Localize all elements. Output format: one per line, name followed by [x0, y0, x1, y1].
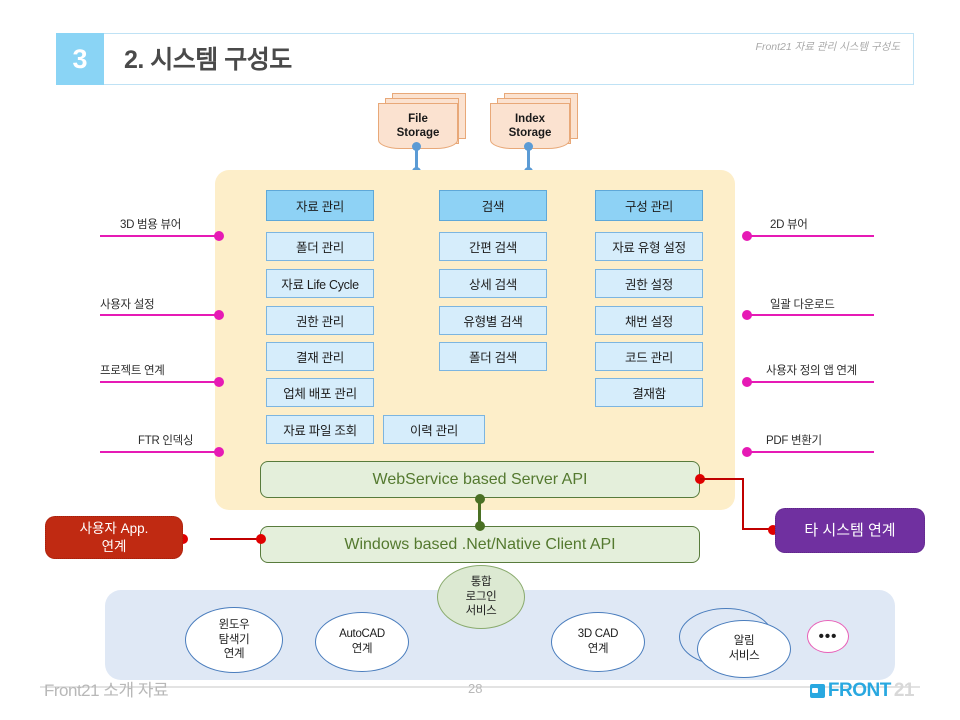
module-approval-box[interactable]: 결재함 [595, 378, 703, 407]
logo-mark-icon [809, 684, 825, 698]
service-line-3: 서비스 [465, 605, 497, 618]
left-connector-label-3d-viewer: 3D 범용 뷰어 [120, 219, 182, 231]
page-title: 2. 시스템 구성도 [124, 46, 292, 74]
module-data-type-setting[interactable]: 자료 유형 설정 [595, 232, 703, 261]
left-connector-dot-4 [214, 447, 224, 457]
right-connector-line-3 [746, 381, 874, 383]
module-history-management[interactable]: 이력 관리 [383, 415, 485, 444]
api-connector-dot-bottom [475, 521, 485, 531]
front21-logo: FRONT 21 [809, 680, 915, 702]
service-windows-explorer[interactable]: 윈도우 탐색기 연계 [185, 607, 283, 673]
service-autocad[interactable]: AutoCAD 연계 [315, 612, 409, 672]
index-storage-line1: Index [514, 112, 546, 125]
service-line-1: 알림 [733, 635, 755, 648]
module-search-by-type[interactable]: 유형별 검색 [439, 306, 547, 335]
right-connector-label-bulk-download: 일괄 다운로드 [770, 299, 835, 311]
index-storage-line2: Storage [508, 127, 552, 139]
system-core-panel [215, 170, 735, 510]
service-integrated-login[interactable]: 통합 로그인 서비스 [437, 565, 525, 629]
service-line-2: 연계 [587, 643, 609, 655]
callout-user-app[interactable]: 사용자 App. 연계 [45, 516, 183, 559]
module-data-life-cycle[interactable]: 자료 Life Cycle [266, 269, 374, 298]
module-header-configuration[interactable]: 구성 관리 [595, 190, 703, 221]
service-line-1: 3D CAD [577, 628, 619, 641]
slide-canvas: 3 2. 시스템 구성도 Front21 자료 관리 시스템 구성도 File … [0, 0, 960, 720]
right-connector-line-2 [746, 314, 874, 316]
service-line-1: AutoCAD [339, 628, 385, 641]
service-line-1: 윈도우 [218, 618, 250, 631]
module-approval-management[interactable]: 결재 관리 [266, 342, 374, 371]
left-connector-label-project-link: 프로젝트 연계 [100, 365, 165, 377]
module-header-data-management[interactable]: 자료 관리 [266, 190, 374, 221]
service-line-3: 연계 [223, 648, 245, 661]
right-connector-dot-4 [742, 447, 752, 457]
service-line-2: 서비스 [728, 650, 760, 662]
left-connector-line-1 [100, 235, 218, 237]
server-api-bar[interactable]: WebService based Server API [260, 461, 700, 498]
service-line-2: 연계 [351, 643, 373, 655]
left-connector-dot-2 [214, 310, 224, 320]
module-vendor-distribution-management[interactable]: 업체 배포 관리 [266, 378, 374, 407]
service-notification[interactable]: 알림 서비스 [697, 620, 791, 678]
right-connector-label-2d-viewer: 2D 뷰어 [770, 219, 808, 231]
callout-other-system[interactable]: 타 시스템 연계 [775, 508, 925, 553]
left-connector-line-2 [100, 314, 218, 316]
file-storage-line2: Storage [396, 127, 440, 139]
module-permission-management[interactable]: 권한 관리 [266, 306, 374, 335]
right-connector-line-1 [746, 235, 874, 237]
module-header-search[interactable]: 검색 [439, 190, 547, 221]
client-api-bar[interactable]: Windows based .Net/Native Client API [260, 526, 700, 563]
service-line-1: 통합 [470, 575, 492, 588]
left-connector-line-4 [100, 451, 218, 453]
right-connector-dot-2 [742, 310, 752, 320]
right-connector-line-4 [746, 451, 874, 453]
left-connector-label-user-setting: 사용자 설정 [100, 299, 155, 311]
left-connector-dot-3 [214, 377, 224, 387]
service-line-2: 탐색기 [218, 633, 250, 646]
right-connector-label-custom-app: 사용자 정의 앱 연계 [766, 365, 857, 377]
index-storage-stack: Index Storage [490, 93, 582, 153]
file-storage-line1: File [408, 112, 428, 125]
callout-user-app-line2: 연계 [101, 538, 127, 554]
module-data-file-inquiry[interactable]: 자료 파일 조회 [266, 415, 374, 444]
right-connector-dot-1 [742, 231, 752, 241]
server-api-right-line-h [700, 478, 744, 480]
right-connector-label-pdf-converter: PDF 변환기 [766, 435, 822, 447]
footer-text: Front21 소개 자료 [44, 681, 169, 700]
module-numbering-setting[interactable]: 채번 설정 [595, 306, 703, 335]
module-permission-setting[interactable]: 권한 설정 [595, 269, 703, 298]
module-simple-search[interactable]: 간편 검색 [439, 232, 547, 261]
page-number: 28 [468, 681, 483, 696]
callout-user-app-line1: 사용자 App. [79, 520, 149, 536]
left-connector-label-ftr-indexing: FTR 인덱싱 [138, 435, 194, 447]
module-detailed-search[interactable]: 상세 검색 [439, 269, 547, 298]
service-3d-cad[interactable]: 3D CAD 연계 [551, 612, 645, 672]
header-section-number: 3 [56, 33, 104, 85]
left-connector-line-3 [100, 381, 218, 383]
client-api-left-dot [256, 534, 266, 544]
module-folder-management[interactable]: 폴더 관리 [266, 232, 374, 261]
right-connector-dot-3 [742, 377, 752, 387]
left-connector-dot-1 [214, 231, 224, 241]
logo-front-text: FRONT [827, 680, 891, 701]
service-more-icon[interactable]: ••• [807, 620, 849, 653]
module-folder-search[interactable]: 폴더 검색 [439, 342, 547, 371]
service-line-2: 로그인 [465, 590, 497, 603]
module-code-management[interactable]: 코드 관리 [595, 342, 703, 371]
file-storage-stack: File Storage [378, 93, 470, 153]
user-app-line-h [210, 538, 260, 540]
server-api-right-line-v [742, 478, 744, 530]
header-subtitle: Front21 자료 관리 시스템 구성도 [755, 41, 900, 53]
logo-21-text: 21 [893, 680, 915, 701]
